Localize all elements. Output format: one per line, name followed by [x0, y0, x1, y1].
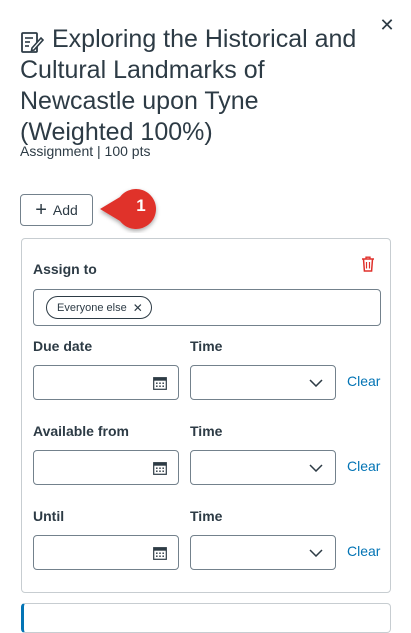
assign-to-label: Assign to — [33, 261, 97, 277]
until-time-label: Time — [190, 508, 223, 524]
due-date-label: Due date — [33, 338, 93, 354]
remove-chip-icon[interactable]: ✕ — [133, 301, 143, 315]
until-label: Until — [33, 508, 65, 524]
due-time-label: Time — [190, 338, 223, 354]
until-time-select[interactable] — [190, 535, 336, 570]
assignee-chip[interactable]: Everyone else ✕ — [46, 296, 152, 319]
available-from-input[interactable] — [33, 450, 179, 485]
calendar-icon[interactable] — [153, 376, 167, 390]
close-button[interactable]: ✕ — [376, 14, 398, 36]
assignment-meta: Assignment | 100 pts — [20, 143, 151, 159]
due-time-select[interactable] — [190, 365, 336, 400]
assignee-chip-label: Everyone else — [57, 301, 127, 314]
available-from-label: Available from — [33, 423, 129, 439]
clear-available-from-link[interactable]: Clear — [347, 458, 380, 474]
page-title: Exploring the Historical and Cultural La… — [20, 25, 357, 146]
calendar-icon[interactable] — [153, 546, 167, 560]
clear-due-date-link[interactable]: Clear — [347, 373, 380, 389]
close-icon: ✕ — [379, 14, 395, 35]
add-button-label: Add — [52, 202, 78, 218]
chevron-down-icon — [309, 549, 323, 557]
clear-until-link[interactable]: Clear — [347, 543, 380, 559]
until-date-input[interactable] — [33, 535, 179, 570]
add-button[interactable]: + Add — [20, 194, 93, 226]
next-assign-card — [21, 603, 391, 633]
callout-number: 1 — [136, 196, 146, 215]
available-time-select[interactable] — [190, 450, 336, 485]
plus-icon: + — [35, 199, 47, 221]
available-time-label: Time — [190, 423, 223, 439]
chevron-down-icon — [309, 464, 323, 472]
due-date-input[interactable] — [33, 365, 179, 400]
trash-icon[interactable] — [361, 256, 375, 272]
calendar-icon[interactable] — [153, 461, 167, 475]
chevron-down-icon — [309, 379, 323, 387]
